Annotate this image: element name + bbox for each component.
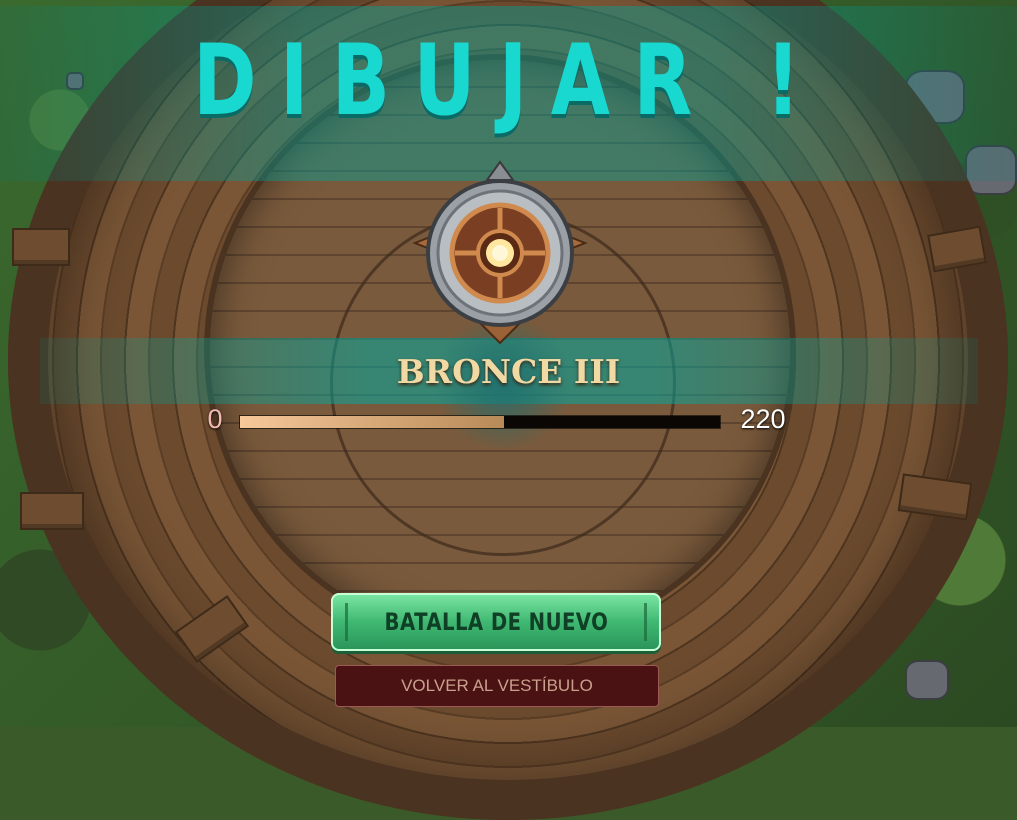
bronze-rank-badge-icon (412, 160, 588, 345)
battle-again-button[interactable]: BATALLA DE NUEVO (331, 593, 661, 651)
plank (12, 228, 70, 266)
rank-name: BRONCE III (396, 352, 621, 391)
progress-max-label: 220 (740, 404, 786, 434)
plank (20, 492, 84, 530)
rank-progress-fill (240, 416, 504, 428)
back-to-lobby-label: VOLVER AL VESTÍBULO (401, 676, 593, 695)
rank-progress-bar (240, 416, 720, 428)
back-to-lobby-button[interactable]: VOLVER AL VESTÍBULO (335, 665, 659, 707)
progress-min-label: 0 (207, 404, 223, 434)
rock (905, 660, 949, 700)
result-title: DIBUJAR ! (193, 24, 824, 138)
battle-again-label: BATALLA DE NUEVO (384, 608, 608, 636)
